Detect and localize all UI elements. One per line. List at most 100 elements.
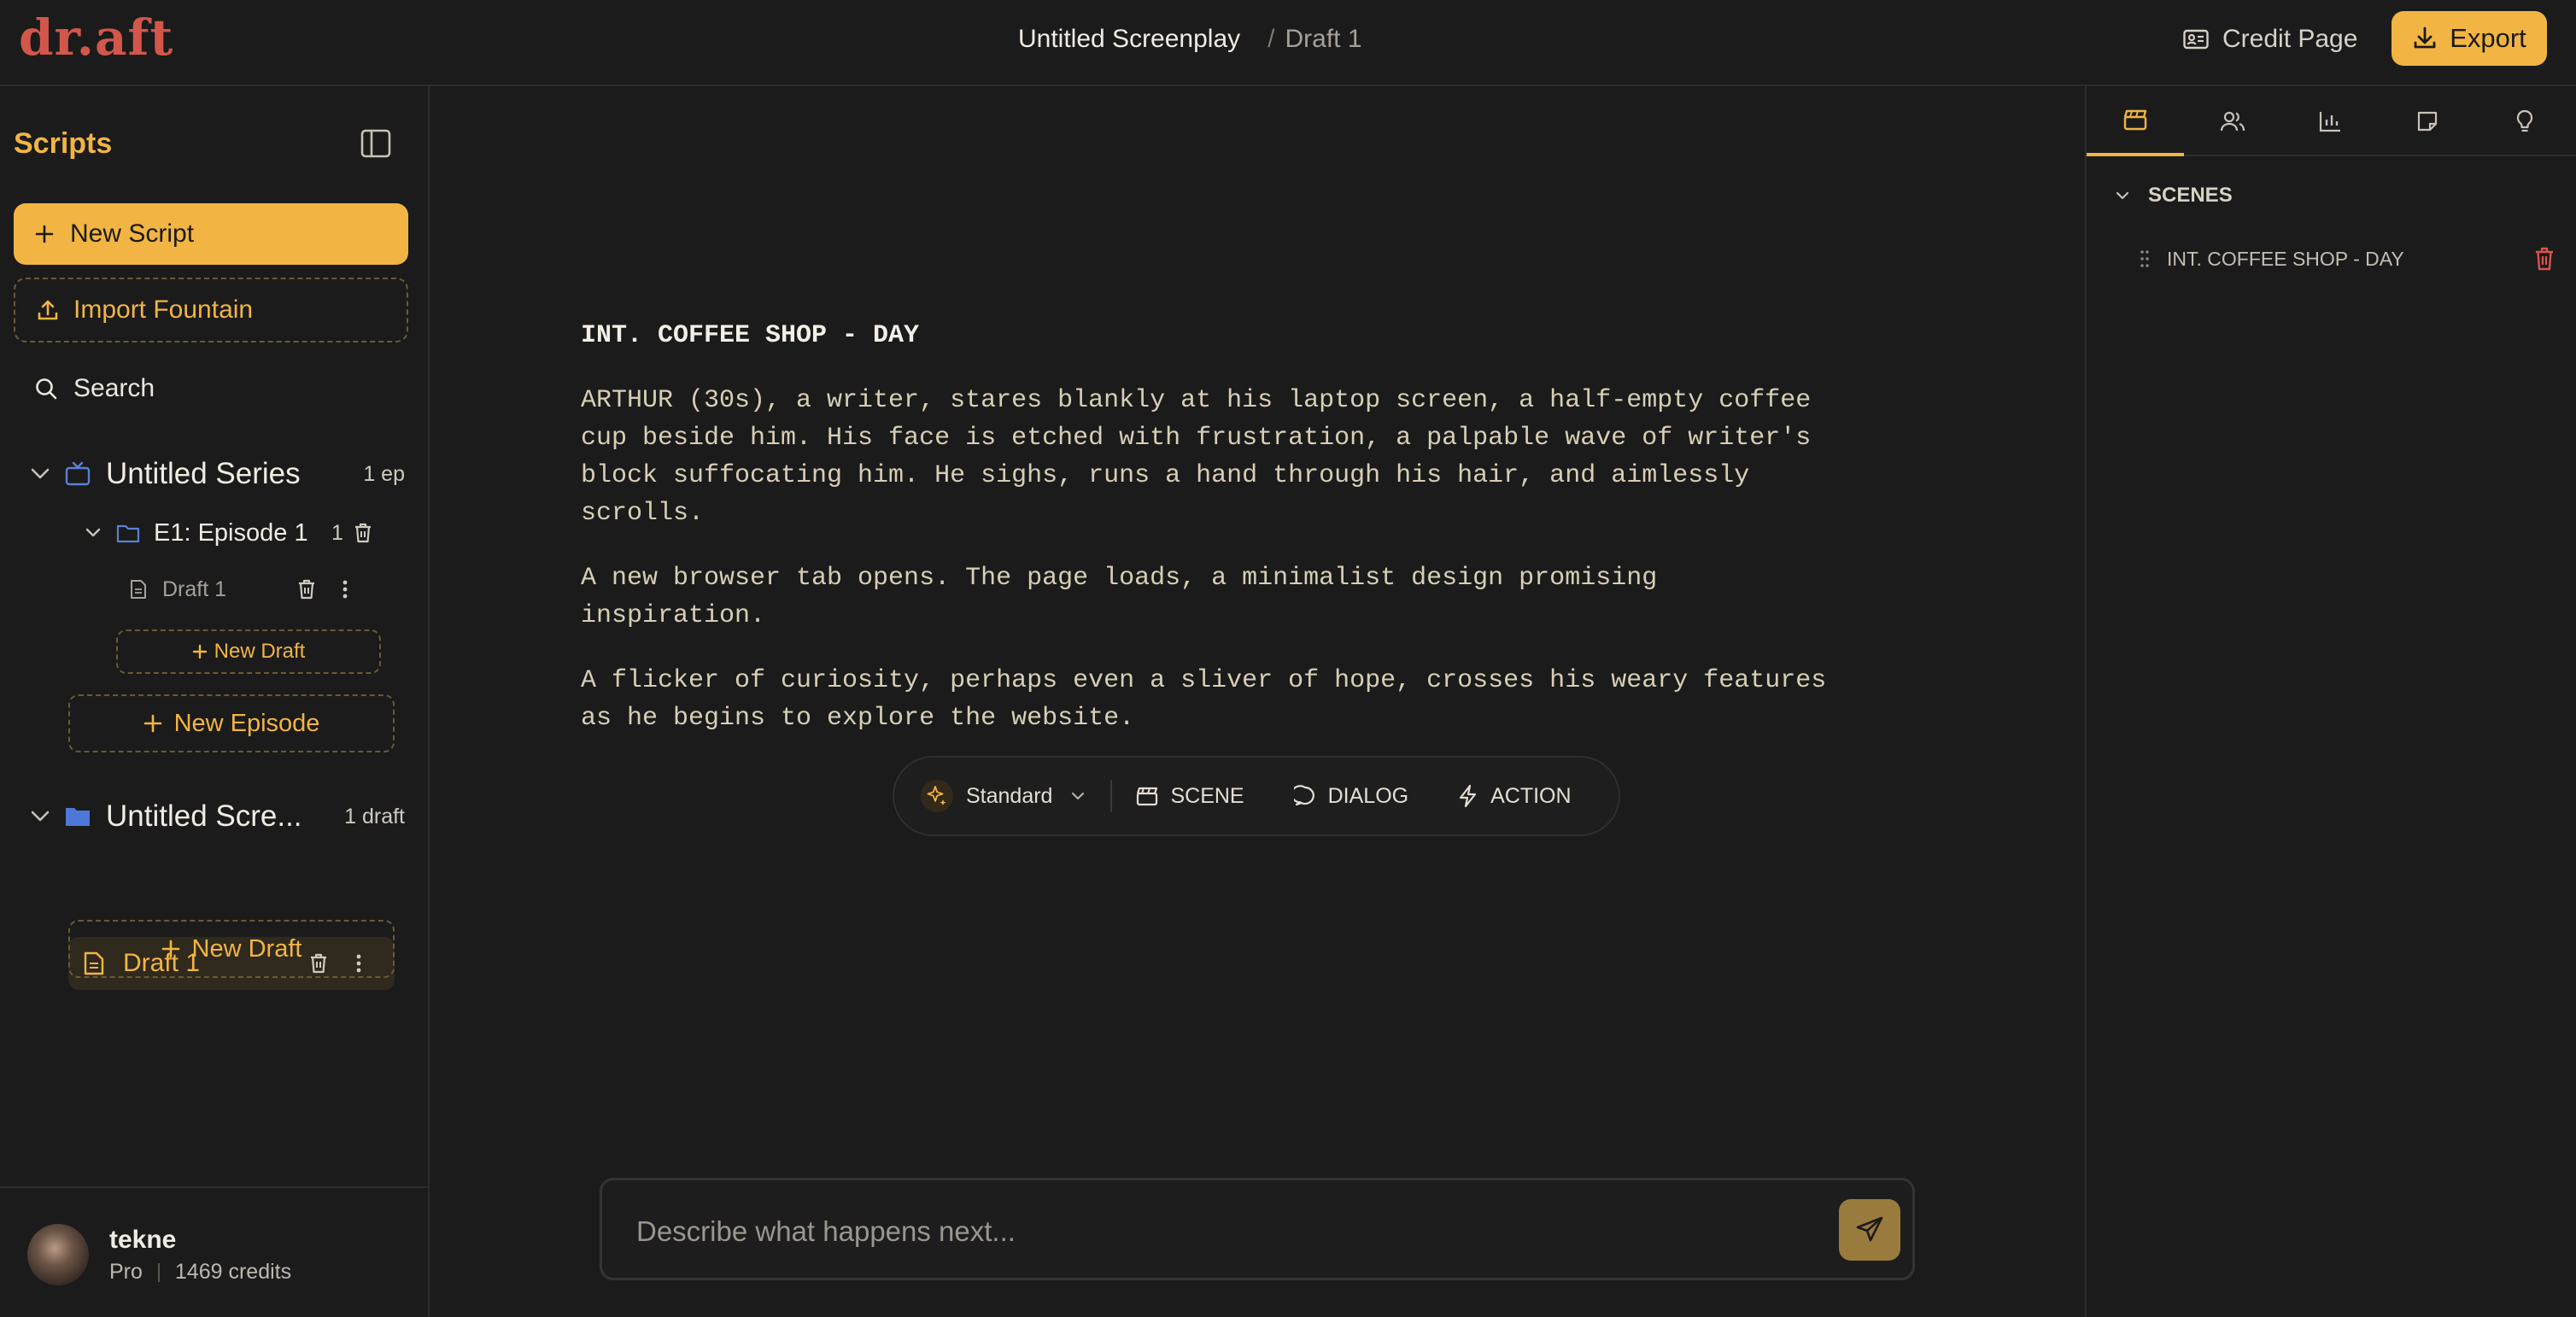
screenplay-item[interactable]: Untitled Scre... 1 draft (29, 798, 405, 835)
panel-tabs (2087, 86, 2576, 156)
series-item[interactable]: Untitled Series 1 ep (29, 455, 405, 493)
tab-ideas[interactable] (2476, 86, 2573, 156)
sparkle-icon (920, 779, 954, 813)
mode-label: Standard (966, 783, 1053, 808)
scenes-heading: SCENES (2148, 184, 2233, 207)
tab-stats[interactable] (2281, 86, 2379, 156)
search-button[interactable]: Search (34, 372, 155, 406)
app-root: dr.aft Untitled Screenplay / Draft 1 Cre… (0, 0, 2576, 1317)
import-fountain-label: Import Fountain (73, 296, 254, 324)
tab-notes[interactable] (2379, 86, 2476, 156)
new-draft-label: New Draft (214, 640, 306, 663)
clapperboard-icon (1136, 786, 1158, 806)
trash-icon[interactable] (297, 579, 316, 600)
lightbulb-icon (2515, 109, 2534, 133)
series-episode-count: 1 ep (363, 461, 405, 486)
scene-panel: SCENES INT. COFFEE SHOP - DAY (2085, 86, 2576, 1317)
prompt-box (600, 1178, 1915, 1280)
trash-icon[interactable] (2534, 247, 2555, 271)
send-button[interactable] (1839, 1199, 1900, 1261)
new-episode-label: New Episode (173, 709, 320, 737)
action-paragraph[interactable]: A new browser tab opens. The page loads,… (581, 559, 1930, 635)
episode-draft-item[interactable]: Draft 1 (130, 574, 369, 605)
screenplay-new-draft-button[interactable]: New Draft (68, 920, 395, 978)
plus-icon (161, 939, 180, 958)
scene-heading[interactable]: INT. COFFEE SHOP - DAY (581, 317, 1930, 354)
chevron-down-icon[interactable] (29, 463, 51, 485)
screenplay-draft-count: 1 draft (344, 804, 405, 828)
credits-label: 1469 credits (174, 1260, 292, 1284)
upload-icon (36, 298, 60, 322)
format-toolbar: Standard SCENE DIALOG ACTION (893, 756, 1620, 836)
lightning-icon (1458, 784, 1478, 808)
breadcrumb: Untitled Screenplay / Draft 1 (1018, 20, 1362, 58)
screenplay-name: Untitled Scre... (106, 799, 302, 833)
user-profile[interactable]: tekne Pro 1469 credits (0, 1186, 428, 1317)
dialog-format-button[interactable]: DIALOG (1293, 783, 1409, 809)
plus-icon (143, 714, 162, 733)
drag-handle-icon[interactable] (2140, 249, 2150, 268)
breadcrumb-separator: / (1268, 25, 1275, 53)
scripts-sidebar: Scripts New Script Import Fountain Searc… (0, 86, 430, 1317)
chevron-down-icon[interactable] (82, 522, 104, 544)
send-icon (1855, 1215, 1884, 1244)
tab-characters[interactable] (2184, 86, 2281, 156)
episode-name: E1: Episode 1 (154, 518, 308, 547)
new-script-button[interactable]: New Script (14, 203, 408, 265)
sidebar-title: Scripts (14, 127, 113, 160)
episode-new-draft-button[interactable]: New Draft (116, 629, 381, 674)
tab-scenes[interactable] (2087, 86, 2184, 156)
chevron-down-icon[interactable] (29, 805, 51, 828)
new-script-label: New Script (70, 220, 195, 248)
credit-page-button[interactable]: Credit Page (2183, 19, 2357, 60)
prompt-input[interactable] (636, 1206, 1815, 1257)
search-label: Search (73, 374, 155, 402)
scene-list-item[interactable]: INT. COFFEE SHOP - DAY (2140, 243, 2567, 274)
user-name: tekne (109, 1226, 177, 1254)
mode-select[interactable]: Standard (920, 779, 1085, 813)
action-format-button[interactable]: ACTION (1458, 783, 1572, 809)
search-icon (34, 377, 58, 401)
scene-format-button[interactable]: SCENE (1136, 784, 1244, 809)
tv-icon (65, 461, 91, 487)
app-logo[interactable]: dr.aft (19, 7, 173, 68)
note-icon (2416, 110, 2438, 132)
chevron-down-icon (2116, 191, 2129, 200)
clapperboard-icon (2123, 108, 2147, 131)
screenplay-page[interactable]: INT. COFFEE SHOP - DAY ARTHUR (30s), a w… (581, 317, 1930, 764)
breadcrumb-title[interactable]: Untitled Screenplay (1018, 25, 1240, 54)
trash-icon[interactable] (354, 523, 372, 543)
more-vertical-icon[interactable] (342, 579, 348, 600)
document-icon (130, 579, 147, 600)
new-draft-label: New Draft (191, 934, 302, 963)
id-card-icon (2183, 29, 2209, 50)
plus-icon (192, 644, 208, 659)
series-name: Untitled Series (106, 457, 301, 490)
action-format-label: ACTION (1490, 783, 1572, 808)
action-paragraph[interactable]: A flicker of curiosity, perhaps even a s… (581, 662, 1930, 737)
top-bar: dr.aft Untitled Screenplay / Draft 1 Cre… (0, 0, 2576, 86)
bar-chart-icon (2318, 110, 2342, 132)
speech-bubble-icon (1293, 785, 1316, 807)
credit-page-label: Credit Page (2222, 25, 2358, 53)
scene-list-label: INT. COFFEE SHOP - DAY (2167, 247, 2404, 270)
folder-icon (65, 805, 91, 828)
script-editor: INT. COFFEE SHOP - DAY ARTHUR (30s), a w… (430, 86, 2085, 1317)
import-fountain-button[interactable]: Import Fountain (14, 278, 408, 342)
scene-format-label: SCENE (1170, 783, 1244, 808)
scenes-section-toggle[interactable]: SCENES (2116, 180, 2233, 211)
new-episode-button[interactable]: New Episode (68, 694, 395, 752)
sidebar-toggle-icon[interactable] (360, 129, 391, 158)
dialog-format-label: DIALOG (1327, 783, 1409, 808)
export-button[interactable]: Export (2392, 11, 2547, 66)
action-paragraph[interactable]: ARTHUR (30s), a writer, stares blankly a… (581, 382, 1930, 532)
export-label: Export (2450, 23, 2526, 53)
download-icon (2412, 26, 2438, 51)
user-plan: Pro 1469 credits (109, 1260, 291, 1285)
breadcrumb-draft[interactable]: Draft 1 (1285, 25, 1362, 54)
plus-icon (34, 224, 55, 244)
plan-label: Pro (109, 1260, 143, 1284)
plan-divider (157, 1262, 160, 1282)
episode-item[interactable]: E1: Episode 1 1 (82, 516, 372, 550)
avatar[interactable] (27, 1224, 89, 1285)
